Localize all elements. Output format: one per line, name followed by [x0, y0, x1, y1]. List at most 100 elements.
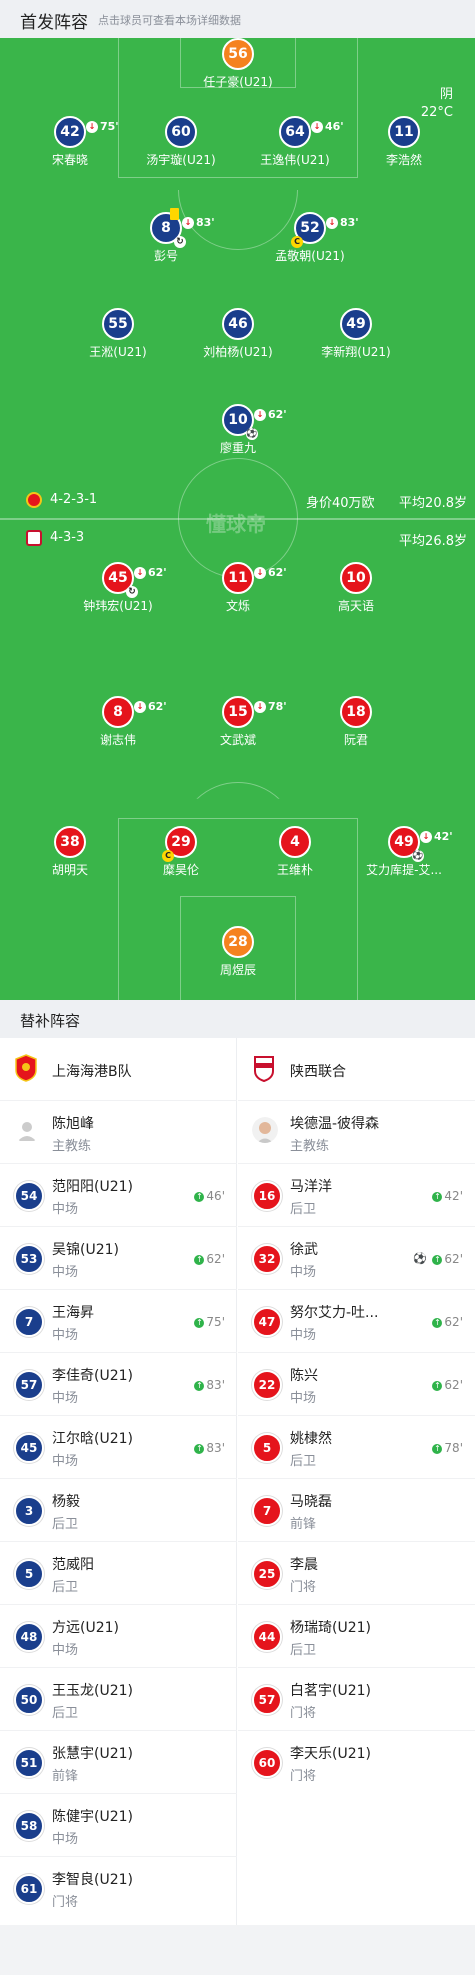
sub-row[interactable]: 3 杨毅 后卫 [0, 1479, 237, 1542]
player-away[interactable]: 15 ↓ 78' 文武斌 [178, 696, 298, 748]
sub-row[interactable]: 16 马洋洋 后卫 ↑ 42' [238, 1164, 475, 1227]
sub-row[interactable]: 50 王玉龙(U21) 后卫 [0, 1668, 237, 1731]
sub-on-time: ↑ 83' [194, 1441, 225, 1455]
sub-name: 姚棣然 [290, 1431, 332, 1447]
player-home[interactable]: 42 ↓ 75' 宋春晓 [10, 116, 130, 168]
sub-off-badge: ↓ 42' [420, 823, 453, 851]
sub-off-badge: ↓ 62' [134, 693, 167, 721]
sub-on-time: ↑ 75' [194, 1315, 225, 1329]
player-name: 王逸伟(U21) [260, 153, 330, 167]
player-number: 46 [222, 308, 254, 340]
player-home[interactable]: 52 ↓ 83' C 孟敬朝(U21) [250, 212, 370, 264]
sub-row[interactable]: 32 徐武 中场 ⚽ ↑ 62' [238, 1227, 475, 1290]
sub-row[interactable]: 48 方远(U21) 中场 [0, 1605, 237, 1668]
sub-row[interactable]: 47 努尔艾力-吐... 中场 ↑ 62' [238, 1290, 475, 1353]
player-home[interactable]: 49 李新翔(U21) [296, 308, 416, 360]
sub-position: 中场 [52, 1454, 79, 1469]
home-team-logo [26, 492, 42, 508]
player-name: 任子豪(U21) [203, 75, 273, 89]
sub-row[interactable]: 5 范威阳 后卫 [0, 1542, 237, 1605]
player-away[interactable]: 49 ↓ 42' ⚽ 艾力库提-艾... [344, 826, 464, 878]
player-home[interactable]: 11 李浩然 [344, 116, 464, 168]
sub-off-badge: ↓ 75' [86, 113, 119, 141]
player-away[interactable]: 18 阮君 [296, 696, 416, 748]
away-subs-column: 陕西联合 埃德温-彼得森 主教练 16 马洋洋 后卫 ↑ 42' 32 徐武 中场 ⚽ ↑ 62'… [238, 1038, 475, 1925]
sub-number: 44 [252, 1622, 282, 1652]
coach-role: 主教练 [290, 1139, 330, 1154]
player-name: 孟敬朝(U21) [275, 249, 345, 263]
player-home[interactable]: 55 王淞(U21) [58, 308, 178, 360]
sub-row[interactable]: 22 陈兴 中场 ↑ 62' [238, 1353, 475, 1416]
sub-position: 后卫 [52, 1517, 79, 1532]
sub-on-time: ↑ 46' [194, 1189, 225, 1203]
subs-panel: 上海海港B队 陈旭峰 主教练 54 范阳阳(U21) 中场 ↑ 46' 53 吴锦(U21… [0, 1038, 475, 1925]
sub-row[interactable]: 44 杨瑞琦(U21) 后卫 [238, 1605, 475, 1668]
coach-name: 陈旭峰 [52, 1116, 94, 1132]
sub-row[interactable]: 57 李佳奇(U21) 中场 ↑ 83' [0, 1353, 237, 1416]
sub-row[interactable]: 25 李晨 门将 [238, 1542, 475, 1605]
player-number: 4 [279, 826, 311, 858]
sub-row[interactable]: 45 江尔晗(U21) 中场 ↑ 83' [0, 1416, 237, 1479]
sub-number: 50 [14, 1685, 44, 1715]
sub-name: 江尔晗(U21) [52, 1431, 133, 1447]
player-name: 宋春晓 [51, 153, 88, 167]
player-away[interactable]: 45 ↓ 62' ↻ 钟玮宏(U21) [58, 562, 178, 614]
sub-position: 后卫 [290, 1643, 317, 1658]
player-number: 11 ↓ 62' [222, 562, 287, 594]
sub-off-icon: ↓ [254, 701, 266, 713]
sub-on-icon: ↑ [194, 1443, 205, 1454]
player-name: 高天语 [337, 599, 374, 613]
sub-row[interactable]: 53 吴锦(U21) 中场 ↑ 62' [0, 1227, 237, 1290]
sub-off-icon: ↓ [134, 701, 146, 713]
sub-number: 57 [14, 1370, 44, 1400]
sub-row[interactable]: 61 李智良(U21) 门将 [0, 1857, 237, 1920]
player-away[interactable]: 10 高天语 [296, 562, 416, 614]
player-home-gk[interactable]: 56 任子豪(U21) [178, 38, 298, 90]
sub-row[interactable]: 60 李天乐(U21) 门将 [238, 1731, 475, 1794]
sub-off-icon: ↓ [134, 567, 146, 579]
sub-number: 25 [252, 1559, 282, 1589]
player-number: 28 [222, 926, 254, 958]
sub-name: 李佳奇(U21) [52, 1368, 133, 1384]
player-home[interactable]: 10 ↓ 62' ⚽ 廖重九 [178, 404, 298, 456]
sub-row[interactable]: 57 白茗宇(U21) 门将 [238, 1668, 475, 1731]
player-away[interactable]: 8 ↓ 62' 谢志伟 [58, 696, 178, 748]
away-coach-row[interactable]: 埃德温-彼得森 主教练 [238, 1101, 475, 1164]
sub-on-icon: ↑ [194, 1380, 205, 1391]
sub-name: 李智良(U21) [52, 1872, 133, 1888]
sub-row[interactable]: 7 王海昇 中场 ↑ 75' [0, 1290, 237, 1353]
sub-off-badge: ↓ 62' [254, 559, 287, 587]
sub-number: 60 [252, 1748, 282, 1778]
sub-on-time: ↑ 62' [432, 1252, 463, 1266]
subs-header: 替补阵容 [0, 1000, 475, 1038]
player-away[interactable]: 4 王维朴 [235, 826, 355, 878]
player-away-gk[interactable]: 28 周煜辰 [178, 926, 298, 978]
sub-on-icon: ↑ [194, 1254, 205, 1265]
player-away[interactable]: 11 ↓ 62' 文烁 [178, 562, 298, 614]
player-away[interactable]: 38 胡明天 [10, 826, 130, 878]
yellow-card-icon [170, 208, 179, 220]
sub-position: 后卫 [52, 1580, 79, 1595]
home-coach-row[interactable]: 陈旭峰 主教练 [0, 1101, 237, 1164]
sub-row[interactable]: 51 张慧宇(U21) 前锋 [0, 1731, 237, 1794]
player-name: 文武斌 [219, 733, 256, 747]
player-home[interactable]: 64 ↓ 46' 王逸伟(U21) [235, 116, 355, 168]
sub-position: 中场 [52, 1328, 79, 1343]
sub-row[interactable]: 7 马晓磊 前锋 [238, 1479, 475, 1542]
sub-on-icon: ↑ [194, 1191, 205, 1202]
sub-row[interactable]: 54 范阳阳(U21) 中场 ↑ 46' [0, 1164, 237, 1227]
player-home[interactable]: 46 刘柏杨(U21) [178, 308, 298, 360]
sub-on-time: ↑ 78' [432, 1441, 463, 1455]
player-home[interactable]: 60 汤宇璇(U21) [121, 116, 241, 168]
sub-row[interactable]: 58 陈健宇(U21) 中场 [0, 1794, 237, 1857]
player-home[interactable]: 8 ↓ 83' ↻ 彭号 [106, 208, 226, 264]
sub-number: 5 [252, 1433, 282, 1463]
sub-on-icon: ↑ [432, 1254, 443, 1265]
player-name: 糜昊伦 [162, 863, 199, 877]
player-away[interactable]: 29 C 糜昊伦 [121, 826, 241, 878]
sub-row[interactable]: 5 姚棣然 后卫 ↑ 78' [238, 1416, 475, 1479]
player-name: 胡明天 [51, 863, 88, 877]
pitch: 懂球帝 阴 22°C 4-2-3-1 身价40万欧 平均20.8岁 4-3-3 … [0, 38, 475, 1000]
sub-position: 前锋 [290, 1517, 317, 1532]
subs-title: 替补阵容 [20, 1012, 81, 1030]
